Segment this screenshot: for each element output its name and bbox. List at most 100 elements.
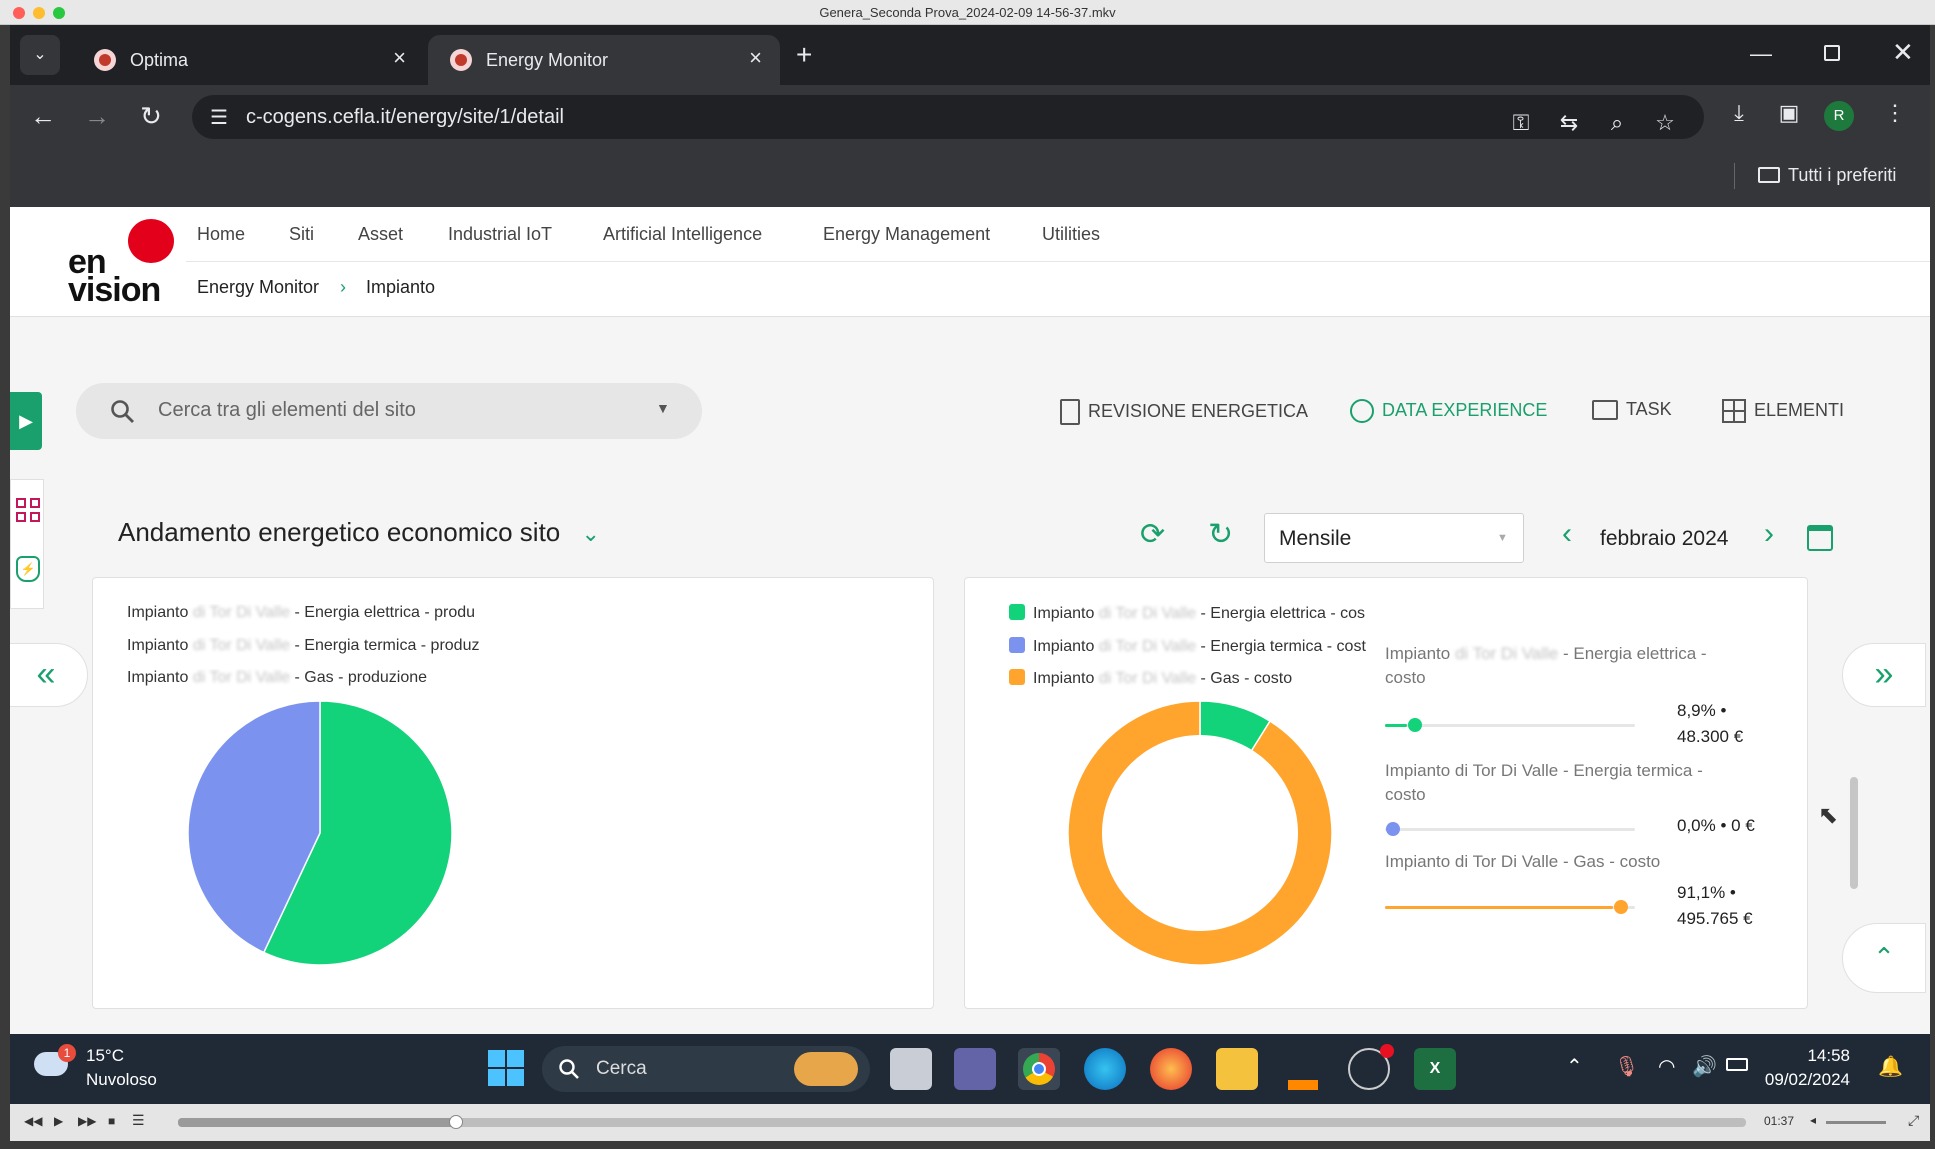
logo-text: vision [68, 271, 161, 309]
playlist-icon[interactable]: ☰ [132, 1112, 145, 1129]
scroll-top-button[interactable]: ⌃ [1842, 923, 1926, 993]
excel-icon[interactable]: X [1414, 1048, 1456, 1090]
forward-arrow-icon[interactable]: → [80, 99, 114, 133]
close-tab-icon[interactable]: × [749, 45, 762, 71]
section-title[interactable]: Andamento energetico economico sito ⌄ [118, 517, 600, 548]
envision-logo[interactable]: en vision [68, 215, 188, 309]
new-tab-button[interactable]: + [796, 39, 812, 71]
prev-period-button[interactable]: ‹ [1562, 517, 1572, 551]
fast-forward-icon[interactable]: ▶▶ [78, 1114, 96, 1128]
bookmarks-label: Tutti i preferiti [1788, 165, 1897, 185]
bookmark-star-icon[interactable]: ☆ [1650, 108, 1680, 138]
divider [186, 261, 1930, 262]
breakdown-knob [1613, 900, 1628, 914]
search-placeholder: Cerca tra gli elementi del sito [158, 399, 416, 421]
download-icon[interactable]: ⤓ [1724, 98, 1754, 128]
chevron-up-icon[interactable]: ⌃ [1566, 1054, 1583, 1079]
minimize-icon[interactable]: — [1750, 41, 1772, 67]
task-button[interactable]: TASK [1592, 399, 1672, 421]
expand-sidebar-button[interactable]: ▶ [10, 392, 42, 450]
legend-swatch [1009, 604, 1025, 620]
zoom-icon[interactable]: ⌕ [1602, 108, 1632, 138]
elementi-button[interactable]: ELEMENTI [1722, 399, 1844, 423]
menu-kebab-icon[interactable]: ⋮ [1880, 98, 1910, 128]
sync-icon[interactable]: ⟳ [1140, 517, 1165, 552]
calendar-icon[interactable] [1807, 525, 1833, 551]
next-period-button[interactable]: › [1764, 517, 1774, 551]
breakdown-title: Impianto di Tor Di Valle - Energia elett… [1385, 644, 1707, 687]
volume-icon[interactable]: 🔊 [1692, 1054, 1717, 1079]
clock-time[interactable]: 14:58 [1770, 1046, 1850, 1066]
menu-siti[interactable]: Siti [289, 224, 314, 245]
revisione-energetica-button[interactable]: REVISIONE ENERGETICA [1060, 399, 1308, 425]
menu-asset[interactable]: Asset [358, 224, 403, 245]
chevron-down-icon[interactable]: ⌄ [582, 521, 600, 546]
plug-icon[interactable]: ⚡ [16, 556, 40, 582]
side-panel-icon[interactable]: ▣ [1774, 98, 1804, 128]
notification-bell-icon[interactable]: 🔔 [1878, 1054, 1903, 1079]
grid-icon[interactable] [16, 498, 40, 522]
edge-icon[interactable] [1084, 1048, 1126, 1090]
firefox-icon[interactable] [1150, 1048, 1192, 1090]
legend-item[interactable]: Impianto di Tor Di Valle - Gas - costo [1009, 669, 1409, 688]
close-tab-icon[interactable]: × [393, 45, 406, 71]
url-text[interactable]: c-cogens.cefla.it/energy/site/1/detail [246, 106, 564, 129]
tab-search-button[interactable]: ⌄ [20, 35, 60, 75]
menu-artificial-intelligence[interactable]: Artificial Intelligence [603, 224, 762, 245]
reload-icon[interactable]: ↻ [134, 99, 168, 133]
clock-date[interactable]: 09/02/2024 [1740, 1070, 1850, 1090]
history-icon[interactable]: ↻ [1208, 517, 1233, 552]
legend-item[interactable]: Impianto di Tor Di Valle - Energia termi… [1009, 637, 1409, 656]
task-view-icon[interactable] [890, 1048, 932, 1090]
caret-down-icon[interactable]: ▼ [656, 400, 670, 416]
translate-icon[interactable]: ⇆ [1554, 108, 1584, 138]
wifi-icon[interactable]: ◠ [1658, 1054, 1675, 1079]
chrome-icon[interactable] [1018, 1048, 1060, 1090]
data-experience-button[interactable]: DATA EXPERIENCE [1350, 399, 1547, 423]
taskbar-search[interactable]: Cerca [542, 1046, 870, 1092]
next-chart-button[interactable]: » [1842, 643, 1926, 707]
window-titlebar: Genera_Seconda Prova_2024-02-09 14-56-37… [0, 0, 1935, 25]
scrollbar-thumb[interactable] [1850, 777, 1858, 889]
rewind-icon[interactable]: ◀◀ [24, 1114, 42, 1128]
menu-home[interactable]: Home [197, 224, 245, 245]
teams-icon[interactable] [954, 1048, 996, 1090]
fullscreen-icon[interactable]: ⤢ [1908, 1112, 1919, 1129]
menu-industrial-iot[interactable]: Industrial IoT [448, 224, 552, 245]
seek-handle[interactable] [448, 1115, 463, 1129]
profile-avatar[interactable]: R [1824, 101, 1854, 131]
prev-chart-button[interactable]: « [10, 643, 88, 707]
password-key-icon[interactable]: ⚿ [1506, 108, 1536, 138]
start-button[interactable] [488, 1050, 524, 1086]
tab-optima[interactable]: Optima × [72, 35, 424, 85]
breakdown-knob [1386, 822, 1400, 836]
tab-energy-monitor[interactable]: Energy Monitor × [428, 35, 780, 85]
legend-item[interactable]: Impianto di Tor Di Valle - Gas - produzi… [127, 669, 527, 687]
menu-energy-management[interactable]: Energy Management [823, 224, 990, 245]
legend-item[interactable]: Impianto di Tor Di Valle - Energia elett… [127, 604, 527, 622]
back-arrow-icon[interactable]: ← [26, 99, 60, 133]
toolbar: ← → ↻ ☰ c-cogens.cefla.it/energy/site/1/… [10, 85, 1930, 147]
breadcrumb-energy-monitor[interactable]: Energy Monitor [197, 277, 319, 298]
site-settings-icon[interactable]: ☰ [210, 105, 228, 130]
action-label: TASK [1626, 399, 1672, 419]
period-select[interactable]: Mensile ▼ [1264, 513, 1524, 563]
file-explorer-icon[interactable] [1216, 1048, 1258, 1090]
all-bookmarks-button[interactable]: Tutti i preferiti [1758, 165, 1896, 186]
microphone-icon[interactable]: 🎙 [1614, 1054, 1639, 1079]
volume-slider[interactable] [1826, 1121, 1886, 1124]
menu-utilities[interactable]: Utilities [1042, 224, 1100, 245]
volume-icon[interactable]: ◂ [1810, 1113, 1816, 1127]
address-bar[interactable]: ☰ c-cogens.cefla.it/energy/site/1/detail… [192, 95, 1704, 139]
site-search-input[interactable]: Cerca tra gli elementi del sito ▼ [76, 383, 702, 439]
close-icon[interactable]: ✕ [1892, 37, 1914, 68]
play-icon[interactable]: ▶ [54, 1114, 63, 1128]
vlc-icon[interactable] [1282, 1048, 1324, 1090]
stop-icon[interactable]: ■ [108, 1114, 115, 1128]
legend-item[interactable]: Impianto di Tor Di Valle - Energia termi… [127, 637, 527, 655]
taskbar-search-label: Cerca [596, 1058, 647, 1079]
legend-item[interactable]: Impianto di Tor Di Valle - Energia elett… [1009, 604, 1409, 623]
seek-bar[interactable] [178, 1115, 1746, 1129]
restore-icon[interactable] [1824, 45, 1840, 61]
browser-window: ⌄ Optima × Energy Monitor × + — ✕ ← → ↻ … [10, 25, 1930, 207]
